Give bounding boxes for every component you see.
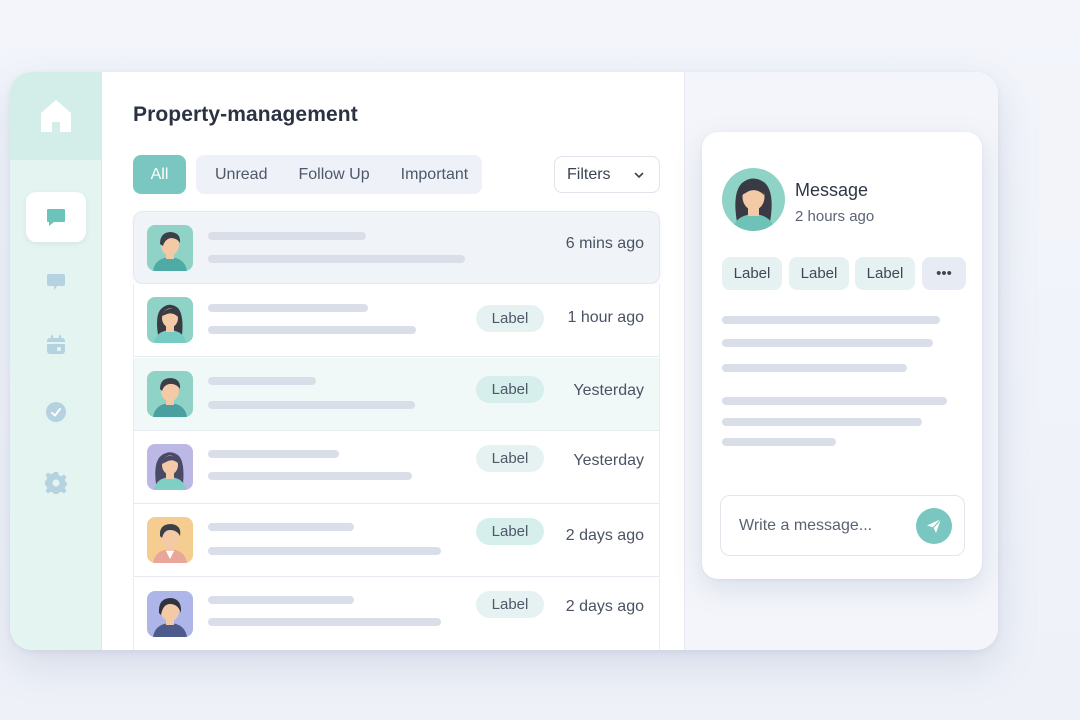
sidebar-item-tasks[interactable] [26, 387, 86, 437]
message-icon [47, 274, 65, 290]
avatar [147, 444, 193, 490]
label-badge[interactable]: Label [476, 305, 544, 332]
preview-line [208, 401, 415, 409]
label-badge[interactable]: Label [476, 591, 544, 618]
timestamp: Yesterday [573, 452, 644, 469]
gear-icon [45, 472, 67, 494]
preview-line [208, 547, 441, 555]
list-item[interactable]: Label 2 days ago [133, 578, 660, 650]
sidebar [10, 72, 102, 650]
preview-line [208, 232, 366, 240]
list-item[interactable]: 6 mins ago [133, 211, 660, 284]
preview-line [208, 523, 354, 531]
tab-group: Unread Follow Up Important [196, 155, 482, 194]
preview-line [208, 377, 316, 385]
sidebar-logo[interactable] [10, 72, 101, 160]
tab-follow-up[interactable]: Follow Up [298, 166, 369, 184]
list-item[interactable]: Label Yesterday [133, 431, 660, 504]
label-badge[interactable]: Label [476, 445, 544, 472]
preview-line [208, 596, 354, 604]
chat-icon [47, 209, 65, 226]
message-input[interactable] [739, 514, 909, 538]
preview-line [208, 255, 465, 263]
calendar-icon [47, 335, 65, 354]
message-line [722, 339, 933, 347]
tab-unread[interactable]: Unread [215, 166, 267, 184]
sidebar-item-calendar[interactable] [26, 320, 86, 370]
message-composer [720, 495, 965, 556]
check-circle-icon [46, 402, 66, 422]
avatar [147, 297, 193, 343]
chevron-down-icon [634, 172, 644, 178]
preview-line [208, 326, 416, 334]
send-icon [927, 518, 942, 533]
sidebar-item-messages[interactable] [26, 257, 86, 307]
timestamp: 1 hour ago [567, 309, 644, 326]
filters-label: Filters [567, 165, 611, 183]
label-badge[interactable]: Label [476, 376, 544, 403]
avatar [722, 168, 785, 231]
list-item[interactable]: Label 2 days ago [133, 504, 660, 577]
preview-line [208, 618, 441, 626]
message-line [722, 397, 947, 405]
timestamp: Yesterday [573, 382, 644, 399]
message-line [722, 364, 907, 372]
avatar [147, 517, 193, 563]
conversation-list: 6 mins ago Label 1 hour ago Label Yester… [133, 211, 660, 650]
sidebar-item-chats[interactable] [26, 192, 86, 242]
list-item[interactable]: Label Yesterday [133, 358, 660, 431]
label-chip[interactable]: Label [789, 257, 849, 290]
tab-all[interactable]: All [133, 155, 186, 194]
tab-important[interactable]: Important [401, 166, 469, 184]
list-item[interactable]: Label 1 hour ago [133, 284, 660, 357]
sidebar-item-settings[interactable] [26, 458, 86, 508]
label-badge[interactable]: Label [476, 518, 544, 545]
filters-dropdown[interactable]: Filters [554, 156, 660, 193]
message-line [722, 418, 922, 426]
message-line [722, 438, 836, 446]
avatar [147, 225, 193, 271]
avatar [147, 371, 193, 417]
timestamp: 6 mins ago [565, 235, 644, 252]
conversation-list-panel: Property-management All Unread Follow Up… [102, 72, 685, 650]
message-detail-card: Message 2 hours ago Label Label Label ••… [702, 132, 982, 579]
avatar [147, 591, 193, 637]
message-line [722, 316, 940, 324]
timestamp: 2 days ago [565, 527, 644, 544]
message-title: Message [795, 180, 869, 200]
more-options-button[interactable]: ••• [922, 257, 966, 290]
preview-line [208, 450, 339, 458]
page-title: Property-management [133, 103, 358, 126]
home-icon [40, 100, 71, 132]
timestamp: 2 days ago [565, 598, 644, 615]
label-chip[interactable]: Label [855, 257, 915, 290]
message-timestamp: 2 hours ago [795, 208, 875, 225]
preview-line [208, 304, 368, 312]
send-button[interactable] [916, 508, 952, 544]
preview-line [208, 472, 412, 480]
label-chip[interactable]: Label [722, 257, 782, 290]
